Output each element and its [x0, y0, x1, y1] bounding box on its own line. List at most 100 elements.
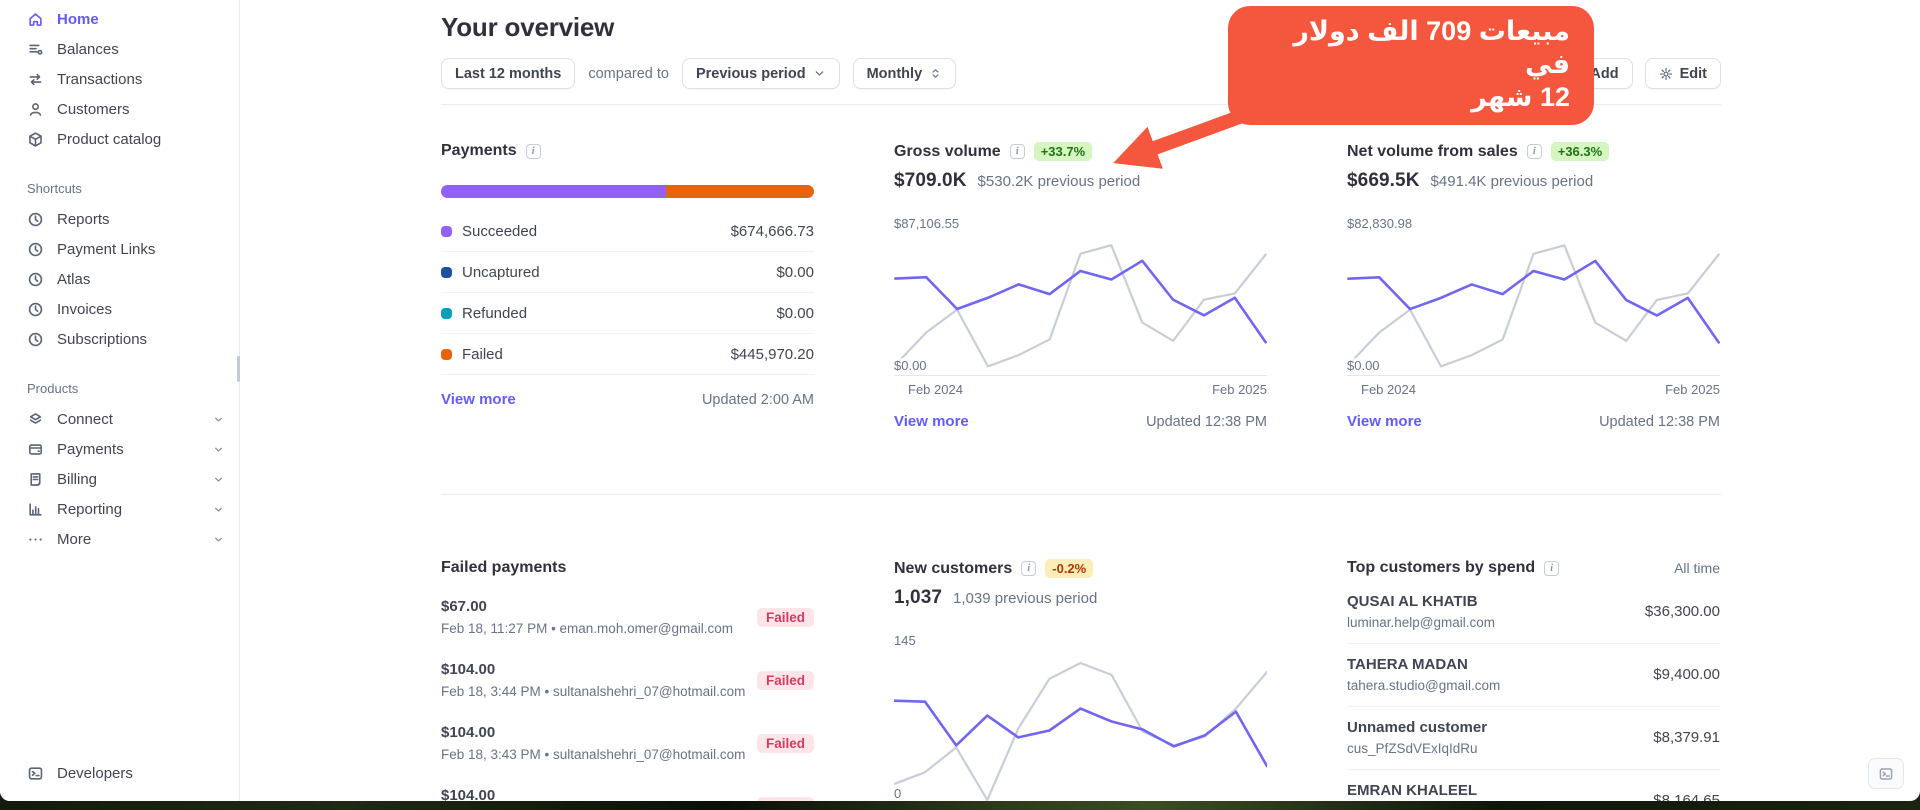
status-value: $0.00	[776, 304, 814, 322]
edit-button[interactable]: Edit	[1644, 58, 1721, 89]
ellipsis-icon	[29, 537, 42, 541]
new-customers-chart: 145 0	[894, 633, 1267, 801]
customer-amount: $9,400.00	[1653, 666, 1720, 683]
sidebar-item-product-catalog[interactable]: Product catalog	[0, 124, 239, 154]
comparison-value: Previous period	[695, 65, 806, 82]
status-label: Succeeded	[462, 222, 538, 240]
sidebar-item-billing[interactable]: Billing	[0, 464, 239, 494]
clock-icon	[28, 272, 43, 286]
sidebar-item-subscriptions[interactable]: Subscriptions	[0, 324, 239, 354]
failed-badge: Failed	[756, 796, 814, 801]
sidebar-item-reports[interactable]: Reports	[0, 204, 239, 234]
y-axis-max-label: $82,830.98	[1347, 216, 1413, 231]
customer-row[interactable]: Unnamed customer cus_PfZSdVExIqIdRu $8,3…	[1347, 707, 1720, 770]
info-icon[interactable]: i	[1544, 560, 1560, 576]
gross-volume-title: Gross volume	[894, 142, 1001, 160]
x-axis-left-label: Feb 2024	[1361, 382, 1416, 397]
sidebar-item-label: Payments	[57, 440, 124, 458]
sidebar-item-reporting[interactable]: Reporting	[0, 494, 239, 524]
line-chart	[1347, 244, 1720, 376]
view-more-link[interactable]: View more	[894, 413, 969, 430]
new-customers-value: 1,037	[894, 587, 943, 608]
sidebar-item-label: Transactions	[57, 70, 143, 88]
trend-badge: -0.2%	[1045, 559, 1094, 578]
net-volume-value: $669.5K	[1347, 170, 1420, 191]
failed-payments-card: Failed payments $67.00 Feb 18, 11:27 PM …	[441, 559, 814, 801]
sidebar-item-invoices[interactable]: Invoices	[0, 294, 239, 324]
info-icon[interactable]: i	[1009, 144, 1025, 159]
trend-badge: +36.3%	[1550, 142, 1610, 161]
status-label: Refunded	[462, 304, 528, 322]
sidebar-item-transactions[interactable]: Transactions	[0, 64, 239, 94]
customer-amount: $8,379.91	[1653, 729, 1720, 746]
sidebar-item-customers[interactable]: Customers	[0, 94, 239, 124]
payments-title: Payments	[441, 142, 517, 159]
home-icon	[29, 12, 42, 26]
sidebar-item-connect[interactable]: Connect	[0, 404, 239, 434]
sidebar-item-balances[interactable]: Balances	[0, 34, 239, 64]
line-chart	[894, 661, 1267, 801]
invoice-icon	[30, 472, 41, 486]
sidebar-item-label: Product catalog	[57, 130, 162, 148]
comparison-select[interactable]: Previous period	[681, 58, 840, 89]
net-volume-chart: $82,830.98 $0.00 Feb 2024 Feb 2025	[1347, 216, 1720, 397]
payment-status-row[interactable]: Refunded $0.00	[441, 293, 814, 334]
sidebar-item-payment-links[interactable]: Payment Links	[0, 234, 239, 264]
customer-email: tahera.studio@gmail.com	[1347, 678, 1501, 693]
x-axis-right-label: Feb 2025	[1665, 382, 1720, 397]
new-customers-previous: 1,039 previous period	[953, 590, 1098, 607]
gross-volume-card: Gross volume i +33.7% $709.0K $530.2K pr…	[894, 142, 1267, 430]
info-icon[interactable]: i	[1526, 144, 1542, 159]
chevron-down-icon	[815, 71, 823, 76]
failed-payments-title: Failed payments	[441, 559, 567, 576]
y-axis-max-label: $87,106.55	[894, 216, 960, 231]
view-more-link[interactable]: View more	[1347, 413, 1422, 430]
failed-badge: Failed	[756, 733, 814, 753]
sidebar-item-label: More	[57, 530, 92, 548]
customer-row[interactable]: TAHERA MADAN tahera.studio@gmail.com $9,…	[1347, 644, 1720, 707]
status-value: $0.00	[776, 263, 814, 281]
customer-id: cus_PfZSdVExIqIdRu	[1347, 741, 1478, 756]
info-icon[interactable]: i	[1021, 561, 1037, 576]
sort-updown-icon	[932, 69, 939, 78]
customers-icon	[29, 102, 42, 116]
clock-icon	[28, 302, 43, 316]
status-dot	[441, 266, 452, 278]
status-dot	[441, 307, 452, 319]
y-axis-zero-label: $0.00	[894, 358, 927, 373]
y-axis-zero-label: 0	[894, 786, 902, 801]
sidebar-item-label: Home	[57, 10, 99, 28]
developer-console-button[interactable]	[1868, 758, 1904, 789]
granularity-select[interactable]: Monthly	[852, 58, 957, 89]
chevron-down-icon	[215, 537, 222, 542]
info-icon[interactable]: i	[525, 143, 541, 159]
sidebar-item-atlas[interactable]: Atlas	[0, 264, 239, 294]
compared-to-label: compared to	[588, 65, 669, 82]
sidebar-item-developers[interactable]: Developers	[0, 758, 239, 788]
customer-row[interactable]: QUSAI AL KHATIB luminar.help@gmail.com $…	[1347, 581, 1720, 644]
view-more-link[interactable]: View more	[441, 391, 516, 408]
dashboard-window: Home Balances Transactions Customers Pro…	[0, 0, 1920, 801]
sidebar-item-more[interactable]: More	[0, 524, 239, 554]
customer-row[interactable]: EMRAN KHALEEL emranagrabawi34@gmail.com …	[1347, 770, 1720, 801]
failed-badge: Failed	[756, 607, 814, 627]
date-range-button[interactable]: Last 12 months	[441, 58, 576, 89]
payment-amount: $67.00	[441, 598, 487, 615]
sidebar-item-home[interactable]: Home	[0, 4, 239, 34]
sidebar-item-payments[interactable]: Payments	[0, 434, 239, 464]
failed-payment-row[interactable]: $104.00 Feb 18, 3:44 PM • sultanalshehri…	[441, 648, 814, 711]
payment-status-row[interactable]: Succeeded $674,666.73	[441, 211, 814, 252]
customer-email: luminar.help@gmail.com	[1347, 615, 1496, 630]
payment-status-row[interactable]: Uncaptured $0.00	[441, 252, 814, 293]
granularity-value: Monthly	[866, 65, 923, 82]
chevron-down-icon	[215, 417, 222, 422]
status-label: Uncaptured	[462, 263, 540, 281]
failed-payment-row[interactable]: $104.00 Feb 18, 3:43 PM • sultanalshehri…	[441, 711, 814, 774]
failed-payment-row[interactable]: $104.00 Feb 18, 3:02 PM • sultanalshehri…	[441, 774, 814, 801]
status-dot	[441, 225, 452, 237]
gear-icon	[1659, 67, 1672, 80]
failed-payment-row[interactable]: $67.00 Feb 18, 11:27 PM • eman.moh.omer@…	[441, 585, 814, 648]
trend-badge: +33.7%	[1033, 142, 1093, 161]
payment-status-row[interactable]: Failed $445,970.20	[441, 334, 814, 375]
chevron-down-icon	[215, 477, 222, 482]
